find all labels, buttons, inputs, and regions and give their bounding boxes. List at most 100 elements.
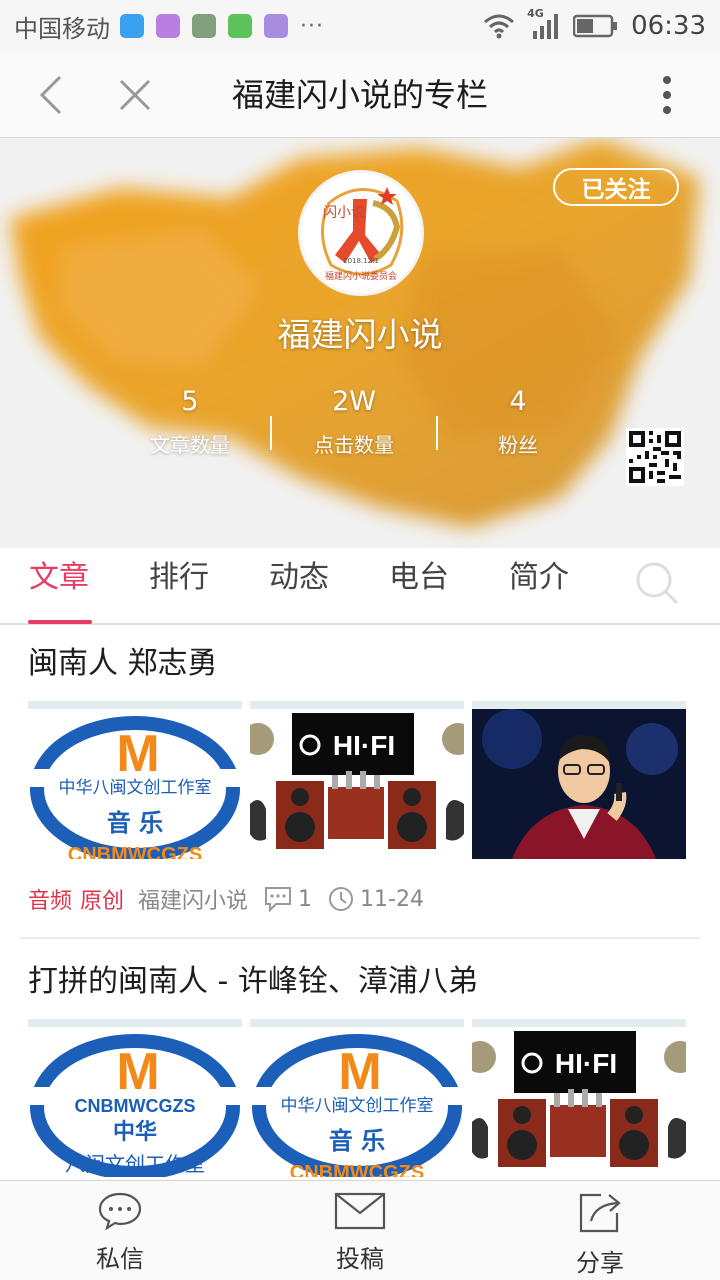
article-meta: 音频 原创 福建闪小说 1 11-24	[28, 861, 700, 937]
logo-letter: M	[338, 1043, 381, 1101]
music-logo-alt-image: M CNBMWCGZS 中华 八闽文创工作室	[28, 1034, 242, 1177]
article-list: 闽南人 郑志勇 M 中华八闽文创工作室 音 乐 CNBMWCGZS HI·FI …	[0, 627, 720, 1180]
stat-clicks[interactable]: 2W 点击数量	[274, 386, 434, 458]
logo-bamin-text: 八闽文创工作室	[65, 1152, 205, 1176]
more-vertical-icon	[663, 76, 671, 114]
envelope-icon	[334, 1192, 386, 1230]
thumbnail-music-logo[interactable]: M 中华八闽文创工作室 音 乐 CNBMWCGZS	[28, 701, 242, 859]
chat-icon	[228, 14, 252, 38]
hifi-speakers-image: HI·FI	[472, 1027, 686, 1177]
private-message-button[interactable]: 私信	[50, 1191, 190, 1274]
message-icon	[120, 14, 144, 38]
network-type: 4G	[527, 7, 561, 41]
tab-bar: 文章 排行 动态 电台 简介	[0, 548, 720, 625]
stat-label: 粉丝	[498, 433, 538, 457]
gallery-icon	[156, 14, 180, 38]
status-bar: 中国移动 ··· 4G 06:33	[0, 0, 720, 52]
stat-articles[interactable]: 5 文章数量	[110, 386, 270, 458]
logo-date-text: 2018.12.1	[343, 257, 379, 265]
qr-code-button[interactable]	[626, 428, 684, 486]
logo-org-text: 福建闪小说委员会	[325, 270, 397, 282]
stat-label: 文章数量	[150, 433, 230, 457]
logo-studio-text: 中华八闽文创工作室	[59, 778, 212, 798]
battery-icon	[573, 14, 618, 38]
clock-icon	[329, 887, 354, 911]
stat-divider	[270, 416, 272, 450]
logo-music-text: 音 乐	[107, 809, 163, 837]
stat-fans[interactable]: 4 粉丝	[438, 386, 598, 458]
tab-activity[interactable]: 动态	[254, 548, 344, 625]
submit-article-label: 投稿	[336, 1245, 384, 1273]
type-tag: 音频	[28, 889, 73, 914]
stat-value: 5	[181, 386, 199, 417]
share-icon	[579, 1193, 621, 1233]
original-tag: 原创	[80, 889, 125, 914]
article-title[interactable]: 打拼的闽南人 - 许峰铨、漳浦八弟	[28, 945, 700, 1019]
divider	[20, 937, 700, 939]
author-name: 福建闪小说	[277, 315, 443, 354]
close-button[interactable]	[106, 66, 164, 124]
back-button[interactable]	[22, 66, 80, 124]
stat-value: 2W	[332, 386, 376, 417]
article-item[interactable]: 闽南人 郑志勇 M 中华八闽文创工作室 音 乐 CNBMWCGZS HI·FI …	[0, 627, 720, 937]
bottom-action-bar: 私信 投稿 分享	[0, 1180, 720, 1280]
close-icon	[119, 79, 151, 111]
qr-code-icon	[629, 431, 681, 483]
article-title[interactable]: 闽南人 郑志勇	[28, 627, 700, 701]
profile-header: 已关注 闪小说 2018.12.1 福建闪小说委员会 福建闪小说 5 文章数量 …	[0, 138, 720, 548]
stat-value: 4	[509, 386, 527, 417]
publish-date-value: 11-24	[360, 886, 424, 912]
active-tab-indicator	[28, 620, 92, 624]
signal-icon	[533, 14, 559, 39]
hifi-text: HI·FI	[333, 730, 395, 761]
tab-intro[interactable]: 简介	[494, 548, 584, 625]
notes-icon	[264, 14, 288, 38]
article-thumbnails: M 中华八闽文创工作室 音 乐 CNBMWCGZS HI·FI	[28, 701, 700, 861]
chevron-left-icon	[39, 75, 62, 115]
share-button[interactable]: 分享	[530, 1191, 670, 1278]
private-message-label: 私信	[96, 1245, 144, 1273]
article-thumbnails: M CNBMWCGZS 中华 八闽文创工作室 M 中华八闽文创工作室 音 乐 C…	[28, 1019, 700, 1179]
avatar[interactable]: 闪小说 2018.12.1 福建闪小说委员会	[298, 170, 424, 296]
submit-article-button[interactable]: 投稿	[290, 1191, 430, 1274]
comment-count[interactable]: 1	[264, 886, 312, 912]
search-button[interactable]	[634, 560, 680, 610]
thumbnail-music-logo-alt[interactable]: M CNBMWCGZS 中华 八闽文创工作室	[28, 1019, 242, 1177]
wifi-icon	[484, 14, 515, 39]
thumbnail-singer[interactable]	[472, 701, 686, 859]
logo-music-text: 音 乐	[329, 1127, 385, 1155]
follow-button[interactable]: 已关注	[553, 168, 679, 206]
article-item[interactable]: 打拼的闽南人 - 许峰铨、漳浦八弟 M CNBMWCGZS 中华 八闽文创工作室…	[0, 945, 720, 1179]
thumbnail-hifi[interactable]: HI·FI	[472, 1019, 686, 1177]
logo-code-text: CNBMWCGZS	[75, 1096, 196, 1116]
nav-bar: 福建闪小说的专栏	[0, 52, 720, 138]
thumbnail-music-logo[interactable]: M 中华八闽文创工作室 音 乐 CNBMWCGZS	[250, 1019, 464, 1177]
logo-letter: M	[116, 1043, 159, 1101]
music-logo-image: M 中华八闽文创工作室 音 乐 CNBMWCGZS	[28, 716, 242, 859]
music-logo-image: M 中华八闽文创工作室 音 乐 CNBMWCGZS	[250, 1034, 464, 1177]
carrier-name: 中国移动	[14, 14, 110, 43]
singer-photo-image	[472, 709, 686, 859]
search-icon	[636, 562, 679, 605]
tab-ranking[interactable]: 排行	[134, 548, 224, 625]
hifi-speakers-image: HI·FI	[250, 709, 464, 859]
author-logo-image: 闪小说 2018.12.1 福建闪小说委员会	[303, 175, 419, 291]
clock: 06:33	[631, 11, 706, 41]
logo-studio-text: 中华八闽文创工作室	[281, 1096, 434, 1116]
tab-articles[interactable]: 文章	[14, 548, 104, 625]
logo-script-text: 闪小说	[323, 205, 365, 221]
app-icon	[192, 14, 216, 38]
more-menu-button[interactable]	[638, 66, 696, 124]
logo-code-text: CNBMWCGZS	[68, 844, 202, 859]
thumbnail-hifi[interactable]: HI·FI	[250, 701, 464, 859]
stat-label: 点击数量	[314, 433, 394, 457]
tab-radio[interactable]: 电台	[374, 548, 464, 625]
share-label: 分享	[576, 1249, 624, 1277]
logo-code-text: CNBMWCGZS	[290, 1162, 424, 1177]
hifi-text: HI·FI	[555, 1048, 617, 1079]
publish-date: 11-24	[328, 886, 424, 912]
comment-count-value: 1	[298, 886, 313, 912]
more-notifications-indicator: ···	[300, 13, 324, 39]
chat-bubble-icon	[98, 1192, 142, 1231]
article-author[interactable]: 福建闪小说	[138, 883, 248, 915]
